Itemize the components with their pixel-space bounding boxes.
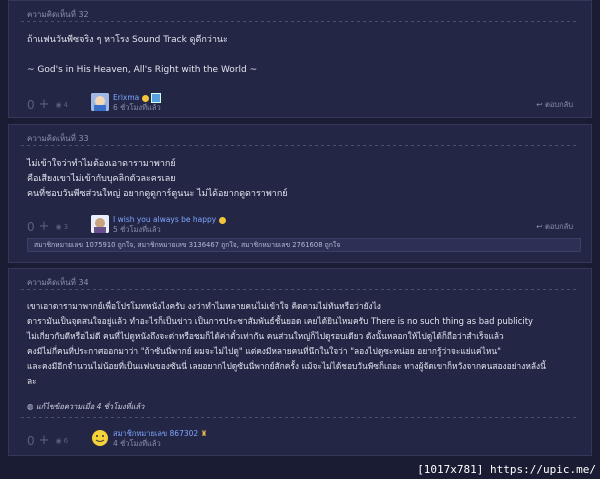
comment-line: คนที่ชอบวันพีซส่วนใหญ่ อยากดูดูการ์ตูนนะ… (27, 189, 288, 199)
user-info: Erixma 6 ชั่วโมงที่แล้ว (113, 93, 162, 113)
reply-button[interactable]: ↩ ตอบกลับ (536, 99, 573, 111)
comment-line: เขาเอาดารามาพากย์เพื่อโปรโมทหนังไงครับ ง… (27, 301, 381, 311)
comment-33: ความคิดเห็นที่ 33 ไม่เข้าใจว่าทำไมต้องเอ… (8, 124, 592, 263)
divider (21, 145, 579, 146)
emotion-icon[interactable]: ◉ (56, 437, 62, 445)
reply-button[interactable]: ↩ ตอบกลับ (536, 221, 573, 233)
plus-vote-button[interactable]: + (39, 219, 50, 234)
comment-body: ถ้าแฟนวันพีซจริง ๆ หาโรง Sound Track ดูด… (27, 33, 577, 78)
emotion-icon[interactable]: ◉ (56, 223, 62, 231)
comment-number: ความคิดเห็นที่ 33 (27, 134, 89, 143)
vote-area: 0 + ◉ 6 (27, 433, 70, 448)
badge-icon: ♜ (200, 429, 208, 438)
smiley-icon (141, 94, 149, 102)
comment-line: ไม่เกี่ยวกับดีหรือไม่ดี คนที่ไปดูหนังถึง… (27, 331, 504, 341)
emotion-count: 4 (63, 100, 69, 109)
smiley-icon (218, 216, 226, 224)
comment-body: ไม่เข้าใจว่าทำไมต้องเอาดารามาพากย์ คือเส… (27, 157, 577, 202)
comment-footer: 0 + ◉ 4 Erixma 6 ชั่วโมงที่แล้ว ↩ ตอบกลั… (27, 93, 577, 117)
comment-line: ละ (27, 376, 37, 386)
comment-32: ความคิดเห็นที่ 32 ถ้าแฟนวันพีซจริง ๆ หาโ… (8, 0, 592, 118)
avatar[interactable] (91, 215, 109, 233)
divider (21, 289, 579, 290)
divider (21, 417, 579, 418)
comment-line: ~ God's in His Heaven, All's Right with … (27, 65, 258, 75)
comment-34: ความคิดเห็นที่ 34 เขาเอาดารามาพากย์เพื่อ… (8, 268, 592, 456)
comment-line: คือเสียงเขาไม่เข้ากับบุคลิกตัวละครเลย (27, 174, 176, 184)
user-info: I wish you always be happy 5 ชั่วโมงที่แ… (113, 215, 226, 235)
comment-footer: 0 + ◉ 3 I wish you always be happy 5 ชั่… (27, 215, 577, 239)
divider (21, 21, 579, 22)
member-badge-icon (151, 93, 162, 103)
avatar[interactable] (91, 93, 109, 111)
comment-line: ดารามันเป็นจุดสนใจอยู่แล้ว ทำอะไรก็เป็นข… (27, 316, 533, 326)
plus-vote-button[interactable]: + (39, 97, 50, 112)
username[interactable]: I wish you always be happy (113, 215, 216, 224)
watermark: [1017x781] https://upic.me/ (417, 463, 596, 476)
emotion-count: 3 (63, 222, 69, 231)
edit-icon: ◍ (27, 402, 34, 411)
post-time: 5 ชั่วโมงที่แล้ว (113, 225, 161, 234)
vote-area: 0 + ◉ 3 (27, 219, 70, 234)
comment-line: คงมีไม่กี่คนที่ประกาศออกมาว่า "ถ้าซันนี่… (27, 346, 501, 356)
username[interactable]: สมาชิกหมายเลข 867302 (113, 429, 198, 438)
post-time: 4 ชั่วโมงที่แล้ว (113, 439, 161, 448)
comment-line: ไม่เข้าใจว่าทำไมต้องเอาดารามาพากย์ (27, 159, 176, 169)
vote-count: 0 (27, 219, 35, 234)
post-time: 6 ชั่วโมงที่แล้ว (113, 103, 161, 112)
comment-number: ความคิดเห็นที่ 34 (27, 278, 89, 287)
vote-count: 0 (27, 97, 35, 112)
username[interactable]: Erixma (113, 93, 139, 102)
likes-list: สมาชิกหมายเลข 1075910 ถูกใจ, สมาชิกหมายเ… (27, 238, 581, 252)
comment-footer: 0 + ◉ 6 สมาชิกหมายเลข 867302 ♜ 4 ชั่วโมง… (27, 429, 577, 453)
user-info: สมาชิกหมายเลข 867302 ♜ 4 ชั่วโมงที่แล้ว (113, 429, 207, 449)
emotion-count: 6 (63, 436, 69, 445)
comment-body: เขาเอาดารามาพากย์เพื่อโปรโมทหนังไงครับ ง… (27, 299, 577, 389)
edited-note: ◍ แก้ไขข้อความเมื่อ 4 ชั่วโมงที่แล้ว (27, 402, 145, 411)
vote-area: 0 + ◉ 4 (27, 97, 70, 112)
avatar[interactable] (91, 429, 109, 447)
comment-number: ความคิดเห็นที่ 32 (27, 10, 89, 19)
plus-vote-button[interactable]: + (39, 433, 50, 448)
emotion-icon[interactable]: ◉ (56, 101, 62, 109)
comment-thread: ความคิดเห็นที่ 32 ถ้าแฟนวันพีซจริง ๆ หาโ… (0, 0, 600, 479)
vote-count: 0 (27, 433, 35, 448)
comment-line: และคงมีอีกจำนวนไม่น้อยที่เป็นแฟนของซันนี… (27, 361, 546, 371)
comment-line: ถ้าแฟนวันพีซจริง ๆ หาโรง Sound Track ดูด… (27, 35, 228, 45)
